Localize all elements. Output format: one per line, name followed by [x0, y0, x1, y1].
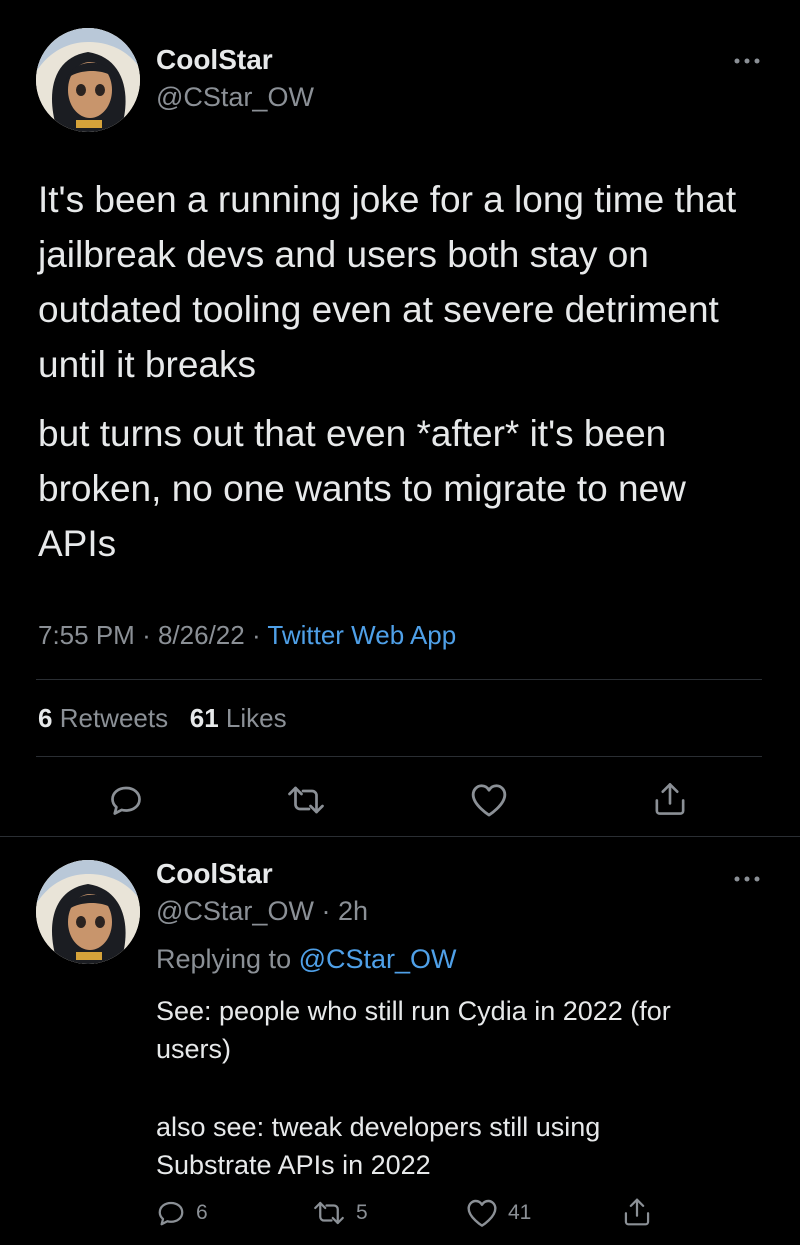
reply-body-line-2: also see: tweak developers still using S…: [156, 1112, 601, 1180]
ellipsis-icon[interactable]: [734, 866, 760, 888]
author-handle[interactable]: @CStar_OW: [156, 82, 314, 113]
reply-retweet-button[interactable]: 5: [312, 1198, 368, 1228]
reply-button[interactable]: [108, 782, 144, 818]
reply-age[interactable]: 2h: [338, 896, 368, 926]
likes-stat[interactable]: 61 Likes: [190, 703, 287, 733]
author-avatar[interactable]: [36, 28, 140, 132]
reply-handle-row: @CStar_OW · 2h: [156, 896, 368, 927]
reply-icon: [158, 1201, 184, 1226]
retweet-label: Retweets: [59, 703, 169, 733]
tweet-body-paragraph-1: It's been a running joke for a long time…: [38, 179, 737, 385]
reply-share-button[interactable]: [622, 1196, 652, 1233]
divider: [36, 679, 762, 680]
reply-author-handle[interactable]: @CStar_OW: [156, 896, 314, 926]
like-label: Likes: [225, 703, 287, 733]
divider: [0, 836, 800, 837]
meta-separator: ·: [142, 620, 151, 650]
tweet-source-link[interactable]: Twitter Web App: [267, 620, 456, 650]
retweet-icon: [314, 1201, 344, 1225]
ellipsis-icon[interactable]: [734, 48, 760, 70]
replying-to: Replying to @CStar_OW: [156, 944, 457, 975]
meta-separator: ·: [321, 896, 331, 926]
retweet-count: 6: [38, 703, 53, 733]
retweets-stat[interactable]: 6 Retweets: [38, 703, 168, 733]
like-button[interactable]: [470, 782, 508, 818]
reply-body-line-1: See: people who still run Cydia in 2022 …: [156, 996, 671, 1064]
divider: [36, 756, 762, 757]
meta-separator: ·: [251, 620, 261, 650]
like-count: 41: [508, 1201, 532, 1224]
avatar-illustration: [36, 28, 140, 132]
share-icon: [655, 783, 685, 815]
reply-reply-button[interactable]: 6: [156, 1198, 208, 1228]
retweet-count: 5: [356, 1201, 368, 1224]
retweet-button[interactable]: [286, 782, 326, 818]
replying-prefix: Replying to: [156, 944, 292, 974]
like-count: 61: [189, 703, 219, 733]
author-name[interactable]: CoolStar: [156, 44, 273, 76]
avatar-illustration: [36, 860, 140, 964]
tweet-date[interactable]: 8/26/22: [158, 620, 245, 650]
reply-like-button[interactable]: 41: [466, 1198, 531, 1228]
replying-handle-link[interactable]: @CStar_OW: [299, 944, 457, 974]
retweet-icon: [288, 786, 324, 814]
reply-author-name[interactable]: CoolStar: [156, 858, 273, 890]
reply-count: 6: [196, 1201, 208, 1224]
tweet-body-paragraph-2: but turns out that even *after* it's bee…: [38, 413, 686, 564]
engagement-stats: 6 Retweets 61 Likes: [38, 703, 287, 734]
share-button[interactable]: [652, 780, 688, 818]
tweet-timestamp-row: 7:55 PM · 8/26/22 · Twitter Web App: [38, 620, 456, 651]
reply-author-avatar[interactable]: [36, 860, 140, 964]
reply-icon: [111, 786, 141, 815]
heart-icon: [471, 784, 507, 817]
share-icon: [624, 1198, 650, 1226]
heart-icon: [467, 1199, 497, 1227]
tweet-time[interactable]: 7:55 PM: [38, 620, 135, 650]
